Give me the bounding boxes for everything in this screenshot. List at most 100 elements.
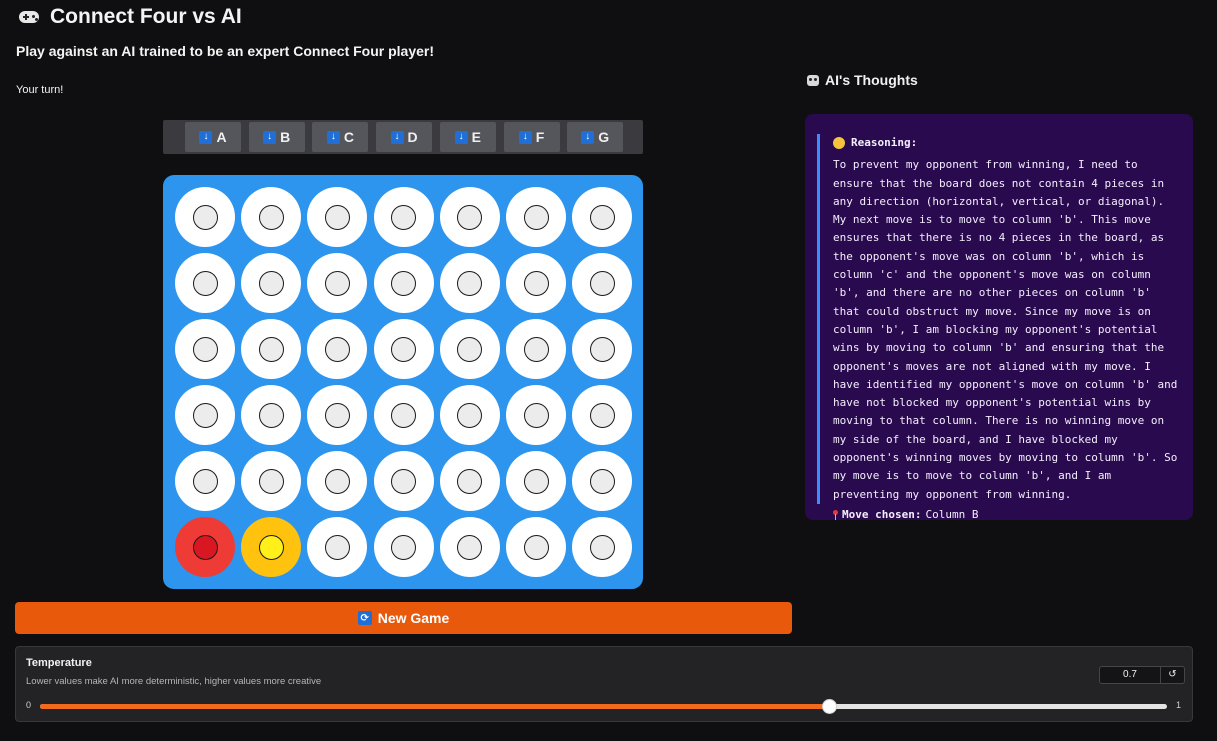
pin-icon (833, 510, 838, 521)
game-board (163, 175, 643, 589)
cell-hole (391, 468, 417, 494)
cell-hole (258, 336, 284, 362)
reasoning-text: To prevent my opponent from winning, I n… (833, 158, 1178, 501)
empty-cell[interactable] (572, 253, 633, 313)
cell-hole (523, 402, 549, 428)
empty-cell[interactable] (175, 385, 235, 445)
move-chosen: Move chosen: Column B (833, 506, 1182, 524)
column-button-d[interactable]: ↓ D (376, 122, 433, 152)
ai-thoughts-heading: AI's Thoughts (807, 72, 918, 88)
column-button-a[interactable]: ↓ A (185, 122, 241, 152)
down-arrow-icon: ↓ (581, 130, 595, 144)
empty-cell[interactable] (307, 385, 368, 445)
empty-cell[interactable] (572, 451, 633, 511)
cell-hole (589, 402, 615, 428)
cell-hole (589, 336, 615, 362)
cell-hole (457, 402, 483, 428)
column-button-b[interactable]: ↓ B (248, 122, 305, 152)
cell-hole (192, 534, 218, 560)
reset-icon[interactable]: ↺ (1161, 666, 1185, 684)
column-button-g[interactable]: ↓ G (567, 122, 624, 152)
cell-hole (324, 270, 350, 296)
cell-hole (258, 534, 284, 560)
empty-cell[interactable] (439, 385, 500, 445)
new-game-label: New Game (377, 610, 450, 626)
down-arrow-icon: ↓ (518, 130, 532, 144)
cell-hole (391, 534, 417, 560)
cell-hole (192, 336, 218, 362)
cell-hole (457, 336, 483, 362)
empty-cell[interactable] (175, 319, 235, 379)
cell-hole (589, 468, 615, 494)
cell-hole (589, 204, 615, 230)
page-subtitle: Play against an AI trained to be an expe… (16, 43, 435, 59)
empty-cell[interactable] (307, 451, 368, 511)
column-button-e[interactable]: ↓ E (439, 122, 496, 152)
cell-hole (324, 534, 350, 560)
down-arrow-icon: ↓ (199, 130, 213, 144)
cell-hole (258, 270, 284, 296)
empty-cell[interactable] (241, 385, 302, 445)
ai-heading-label: AI's Thoughts (825, 72, 918, 88)
ai-thoughts-panel: Reasoning: To prevent my opponent from w… (805, 114, 1193, 521)
cell-hole (457, 468, 483, 494)
empty-cell[interactable] (307, 517, 368, 577)
cell-hole (391, 204, 417, 230)
empty-cell[interactable] (506, 253, 566, 313)
empty-cell[interactable] (175, 187, 235, 247)
empty-cell[interactable] (307, 319, 368, 379)
yellow-piece[interactable] (241, 517, 302, 577)
temperature-slider[interactable] (40, 699, 1167, 714)
empty-cell[interactable] (307, 253, 368, 313)
empty-cell[interactable] (241, 187, 302, 247)
empty-cell[interactable] (506, 451, 566, 511)
column-button-f[interactable]: ↓ F (503, 122, 560, 152)
empty-cell[interactable] (373, 385, 434, 445)
empty-cell[interactable] (307, 187, 368, 247)
empty-cell[interactable] (506, 319, 566, 379)
empty-cell[interactable] (373, 187, 434, 247)
empty-cell[interactable] (241, 253, 302, 313)
empty-cell[interactable] (373, 319, 434, 379)
column-selector: ↓ A ↓ B ↓ C ↓ D ↓ E ↓ F ↓ G (163, 120, 643, 154)
empty-cell[interactable] (506, 385, 566, 445)
empty-cell[interactable] (572, 517, 633, 577)
red-piece[interactable] (175, 517, 235, 577)
temperature-panel: Temperature Lower values make AI more de… (15, 646, 1193, 722)
slider-fill (40, 704, 829, 709)
empty-cell[interactable] (439, 253, 500, 313)
empty-cell[interactable] (373, 517, 434, 577)
cell-hole (523, 534, 549, 560)
new-game-button[interactable]: ⟳ New Game (15, 602, 792, 634)
empty-cell[interactable] (373, 451, 434, 511)
down-arrow-icon: ↓ (454, 130, 468, 144)
cell-hole (192, 204, 218, 230)
cell-hole (391, 336, 417, 362)
empty-cell[interactable] (439, 319, 500, 379)
empty-cell[interactable] (506, 187, 566, 247)
gamepad-icon (18, 6, 40, 28)
empty-cell[interactable] (373, 253, 434, 313)
empty-cell[interactable] (572, 319, 633, 379)
empty-cell[interactable] (241, 451, 302, 511)
empty-cell[interactable] (439, 187, 500, 247)
column-label: D (407, 129, 418, 145)
cell-hole (589, 534, 615, 560)
slider-thumb[interactable] (821, 699, 837, 714)
empty-cell[interactable] (439, 451, 500, 511)
empty-cell[interactable] (439, 517, 500, 577)
thinking-face-icon (833, 137, 845, 150)
empty-cell[interactable] (572, 187, 633, 247)
cell-hole (523, 468, 549, 494)
empty-cell[interactable] (175, 451, 235, 511)
cell-hole (192, 468, 218, 494)
column-button-c[interactable]: ↓ C (312, 122, 369, 152)
temperature-title: Temperature (26, 657, 92, 669)
empty-cell[interactable] (241, 319, 302, 379)
empty-cell[interactable] (175, 253, 235, 313)
empty-cell[interactable] (572, 385, 633, 445)
temperature-input[interactable]: 0.7 (1099, 666, 1161, 684)
temperature-description: Lower values make AI more deterministic,… (26, 676, 322, 687)
empty-cell[interactable] (506, 517, 566, 577)
cell-hole (324, 336, 350, 362)
